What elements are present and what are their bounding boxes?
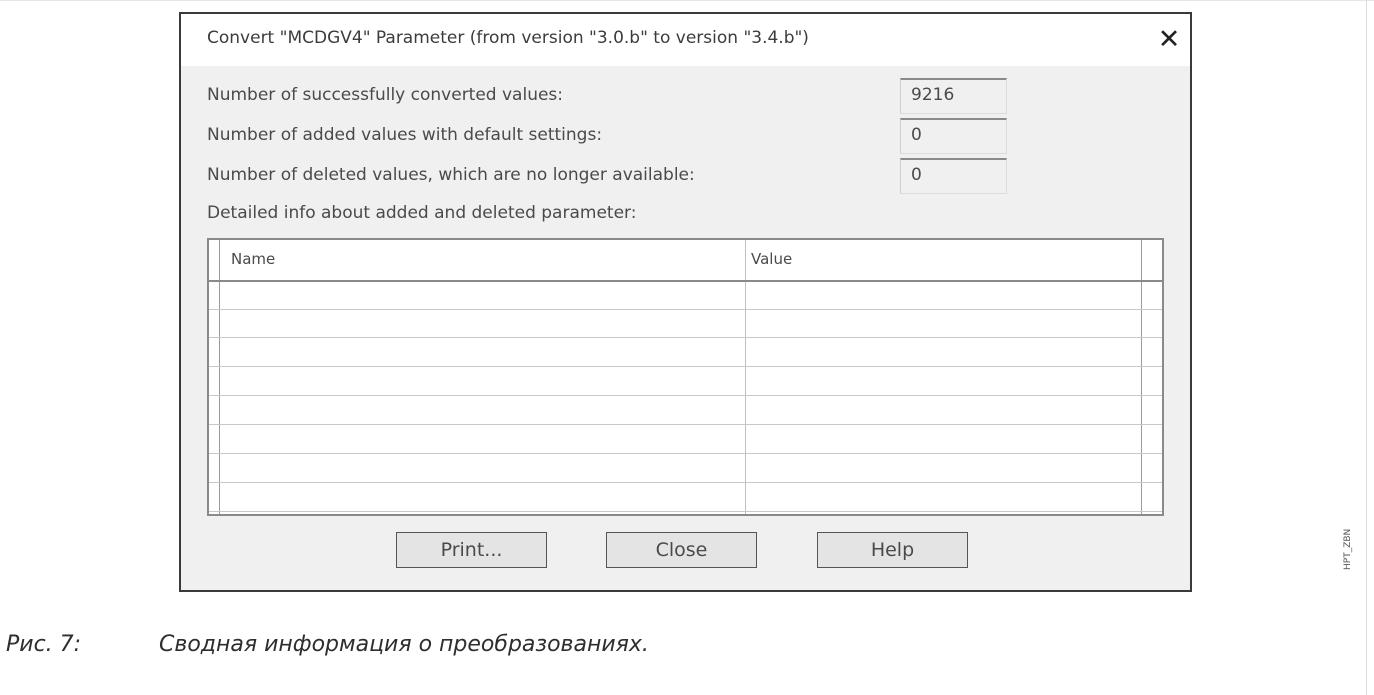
table-row[interactable]	[209, 455, 1162, 483]
figure-caption-text: Сводная информация о преобразованиях.	[159, 632, 649, 657]
table-row[interactable]	[209, 282, 1162, 310]
page-top-rule	[0, 0, 1374, 1]
column-header-name[interactable]: Name	[231, 250, 275, 268]
dialog-titlebar: Convert "MCDGV4" Parameter (from version…	[181, 14, 1190, 66]
table-row[interactable]	[209, 368, 1162, 396]
detail-info-label: Detailed info about added and deleted pa…	[207, 203, 637, 223]
table-row[interactable]	[209, 484, 1162, 512]
page-right-rule	[1366, 0, 1367, 695]
column-header-value[interactable]: Value	[751, 250, 792, 268]
close-icon[interactable]: ✕	[1152, 23, 1186, 57]
converted-values-field: 9216	[900, 78, 1007, 114]
table-row[interactable]	[209, 310, 1162, 338]
table-row[interactable]	[209, 339, 1162, 367]
added-values-field: 0	[900, 118, 1007, 154]
added-values-label: Number of added values with default sett…	[207, 125, 603, 145]
parameter-table[interactable]: Name Value	[207, 238, 1164, 516]
figure-caption-number: Рис. 7:	[6, 632, 82, 657]
help-button[interactable]: Help	[817, 532, 968, 568]
converted-values-label: Number of successfully converted values:	[207, 85, 564, 105]
convert-parameter-dialog: Convert "MCDGV4" Parameter (from version…	[179, 12, 1192, 592]
deleted-values-field: 0	[900, 158, 1007, 194]
close-button[interactable]: Close	[606, 532, 757, 568]
table-row[interactable]	[209, 397, 1162, 425]
print-button[interactable]: Print...	[396, 532, 547, 568]
dialog-title: Convert "MCDGV4" Parameter (from version…	[207, 28, 809, 48]
deleted-values-label: Number of deleted values, which are no l…	[207, 165, 695, 185]
figure-side-code: HPT_ZBN	[1343, 528, 1353, 570]
table-row[interactable]	[209, 426, 1162, 454]
